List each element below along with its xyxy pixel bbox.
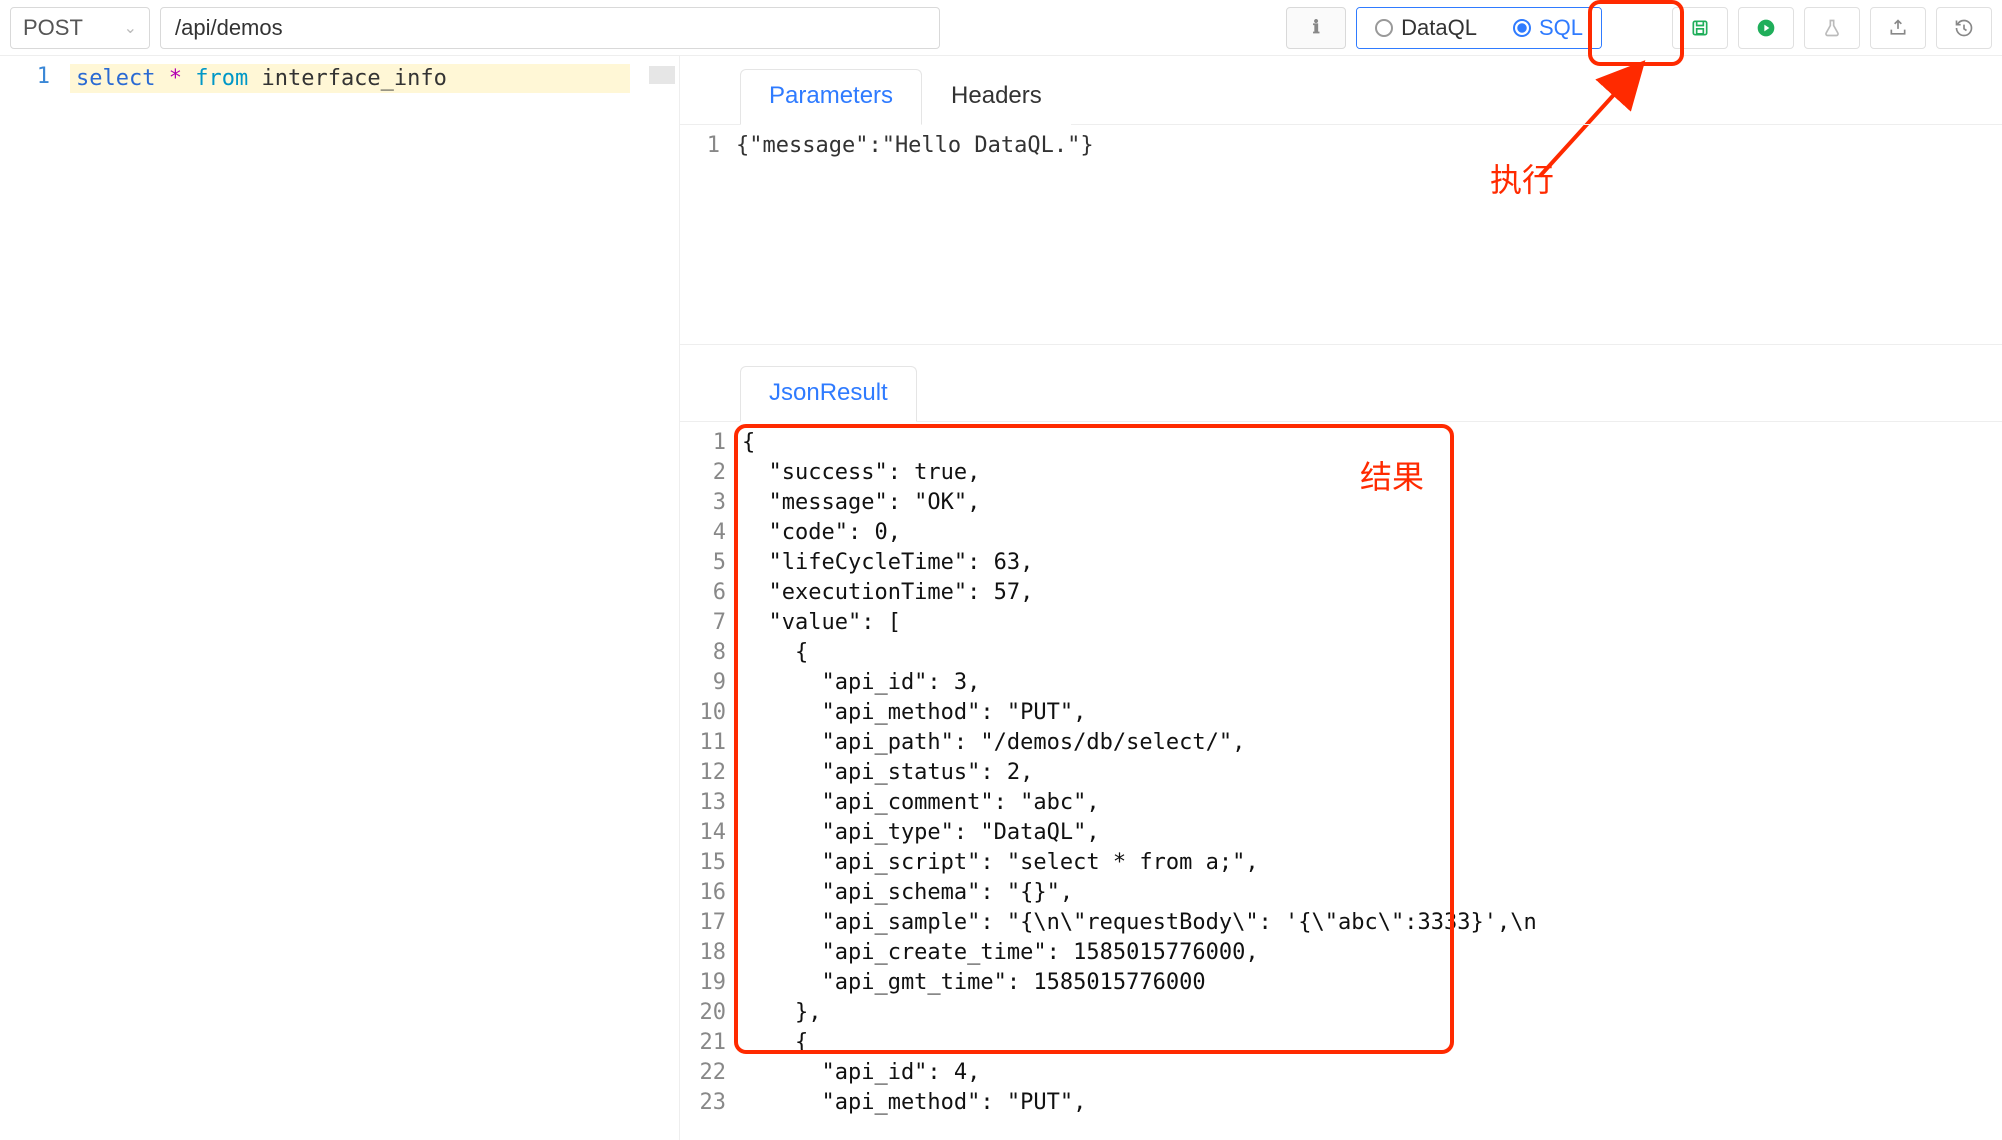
minimap-icon bbox=[649, 66, 675, 84]
radio-icon bbox=[1375, 19, 1393, 37]
line-number: 22 bbox=[680, 1058, 726, 1088]
line-number: 10 bbox=[680, 698, 726, 728]
line-number: 18 bbox=[680, 938, 726, 968]
tab-jsonresult[interactable]: JsonResult bbox=[740, 366, 917, 422]
line-number: 14 bbox=[680, 818, 726, 848]
result-line: "value": [ bbox=[742, 608, 2002, 638]
result-line: { bbox=[742, 1028, 2002, 1058]
line-number: 6 bbox=[680, 578, 726, 608]
result-line: "api_comment": "abc", bbox=[742, 788, 2002, 818]
run-button[interactable] bbox=[1738, 7, 1794, 49]
line-number: 23 bbox=[680, 1088, 726, 1118]
lang-sql-label: SQL bbox=[1539, 15, 1583, 41]
result-line: "lifeCycleTime": 63, bbox=[742, 548, 2002, 578]
request-tabs: Parameters Headers bbox=[680, 68, 2002, 125]
result-line: { bbox=[742, 428, 2002, 458]
sql-editor[interactable]: 1 select * from interface_info bbox=[0, 56, 680, 1140]
main: 1 select * from interface_info Parameter… bbox=[0, 56, 2002, 1140]
line-number: 1 bbox=[680, 428, 726, 458]
token-from: from bbox=[195, 66, 248, 91]
result-line: "api_status": 2, bbox=[742, 758, 2002, 788]
line-number: 11 bbox=[680, 728, 726, 758]
line-number: 15 bbox=[680, 848, 726, 878]
flask-icon bbox=[1822, 18, 1842, 38]
line-number: 17 bbox=[680, 908, 726, 938]
result-line: "api_id": 3, bbox=[742, 668, 2002, 698]
info-button[interactable]: ℹ bbox=[1286, 7, 1346, 49]
result-line: "api_id": 4, bbox=[742, 1058, 2002, 1088]
right-pane: Parameters Headers 1 {"message":"Hello D… bbox=[680, 56, 2002, 1140]
info-icon: ℹ bbox=[1313, 17, 1320, 38]
language-toggle: DataQL SQL bbox=[1356, 7, 1602, 49]
line-number: 2 bbox=[680, 458, 726, 488]
tab-parameters[interactable]: Parameters bbox=[740, 69, 922, 125]
line-number: 13 bbox=[680, 788, 726, 818]
result-line: "api_method": "PUT", bbox=[742, 698, 2002, 728]
token-select: select bbox=[76, 66, 155, 91]
export-button[interactable] bbox=[1870, 7, 1926, 49]
line-number: 1 bbox=[0, 64, 50, 89]
method-value: POST bbox=[23, 15, 83, 41]
path-input[interactable] bbox=[160, 7, 940, 49]
line-number: 4 bbox=[680, 518, 726, 548]
editor-body[interactable]: select * from interface_info bbox=[60, 56, 679, 1140]
result-tabs: JsonResult bbox=[680, 365, 2002, 422]
result-line: "api_type": "DataQL", bbox=[742, 818, 2002, 848]
method-select[interactable]: POST ⌄ bbox=[10, 7, 150, 49]
line-number: 21 bbox=[680, 1028, 726, 1058]
line-number: 8 bbox=[680, 638, 726, 668]
lang-sql[interactable]: SQL bbox=[1495, 8, 1601, 48]
result-line: "api_script": "select * from a;", bbox=[742, 848, 2002, 878]
radio-checked-icon bbox=[1513, 19, 1531, 37]
result-line: }, bbox=[742, 998, 2002, 1028]
line-number: 19 bbox=[680, 968, 726, 998]
line-number: 3 bbox=[680, 488, 726, 518]
result-line: "api_sample": "{\n\"requestBody\": '{\"a… bbox=[742, 908, 2002, 938]
line-number: 20 bbox=[680, 998, 726, 1028]
result-line: "api_create_time": 1585015776000, bbox=[742, 938, 2002, 968]
result-body: 1234567891011121314151617181920212223 { … bbox=[680, 422, 2002, 1140]
history-button[interactable] bbox=[1936, 7, 1992, 49]
export-icon bbox=[1888, 18, 1908, 38]
line-number: 12 bbox=[680, 758, 726, 788]
line-number: 1 bbox=[680, 133, 720, 158]
play-icon bbox=[1756, 18, 1776, 38]
result-code[interactable]: { "success": true, "message": "OK", "cod… bbox=[736, 422, 2002, 1140]
result-line: "success": true, bbox=[742, 458, 2002, 488]
action-group bbox=[1672, 7, 1992, 49]
result-line: "api_schema": "{}", bbox=[742, 878, 2002, 908]
result-line: "code": 0, bbox=[742, 518, 2002, 548]
editor-gutter: 1 bbox=[0, 56, 60, 1140]
result-line: "api_method": "PUT", bbox=[742, 1088, 2002, 1118]
param-gutter: 1 bbox=[680, 125, 730, 344]
param-body[interactable]: {"message":"Hello DataQL."} bbox=[730, 125, 2002, 344]
test-button[interactable] bbox=[1804, 7, 1860, 49]
parameters-editor[interactable]: 1 {"message":"Hello DataQL."} bbox=[680, 125, 2002, 345]
result-line: "api_path": "/demos/db/select/", bbox=[742, 728, 2002, 758]
line-number: 9 bbox=[680, 668, 726, 698]
line-number: 16 bbox=[680, 878, 726, 908]
token-star: * bbox=[169, 66, 182, 91]
result-line: "executionTime": 57, bbox=[742, 578, 2002, 608]
save-icon bbox=[1690, 18, 1710, 38]
line-number: 5 bbox=[680, 548, 726, 578]
tab-headers[interactable]: Headers bbox=[922, 69, 1071, 125]
lang-dataql-label: DataQL bbox=[1401, 15, 1477, 41]
result-line: "api_gmt_time": 1585015776000 bbox=[742, 968, 2002, 998]
save-button[interactable] bbox=[1672, 7, 1728, 49]
result-gutter: 1234567891011121314151617181920212223 bbox=[680, 422, 736, 1140]
line-number: 7 bbox=[680, 608, 726, 638]
lang-dataql[interactable]: DataQL bbox=[1357, 8, 1495, 48]
history-icon bbox=[1954, 18, 1974, 38]
toolbar: POST ⌄ ℹ DataQL SQL bbox=[0, 0, 2002, 56]
token-table: interface_info bbox=[261, 66, 446, 91]
result-line: { bbox=[742, 638, 2002, 668]
result-line: "message": "OK", bbox=[742, 488, 2002, 518]
chevron-down-icon: ⌄ bbox=[124, 18, 137, 38]
